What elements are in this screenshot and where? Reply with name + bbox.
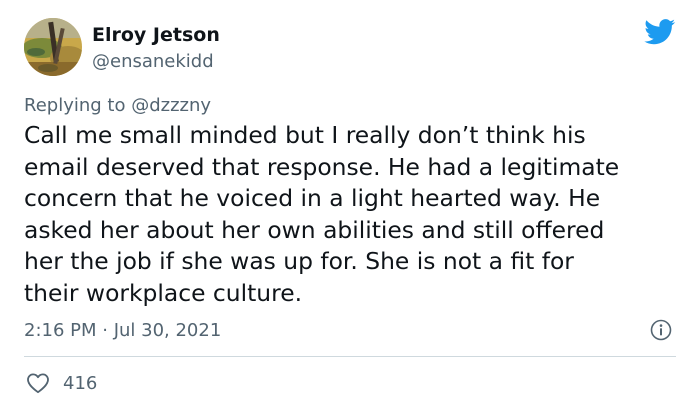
tweet-text-line: their workplace culture. <box>24 278 303 307</box>
tweet-text-line: email deserved that response. He had a l… <box>24 152 620 181</box>
twitter-bird-icon[interactable] <box>644 19 676 45</box>
info-icon[interactable] <box>650 319 672 341</box>
tweet-text-line: Call me small minded but I really don’t … <box>24 121 586 149</box>
replying-to-mention[interactable]: @dzzzny <box>131 95 211 116</box>
replying-to: Replying to @dzzzny <box>24 95 211 116</box>
replying-to-prefix: Replying to <box>24 95 132 116</box>
tweet-text-line: her the job if she was up for. She is no… <box>24 247 574 275</box>
tweet-text: Call me small minded but I really don’t … <box>24 120 684 309</box>
divider <box>24 356 676 357</box>
user-handle[interactable]: @ensanekidd <box>92 51 214 72</box>
tweet-text-line: concern that he voiced in a light hearte… <box>24 184 601 212</box>
avatar-image <box>24 18 82 76</box>
display-name[interactable]: Elroy Jetson <box>92 24 220 46</box>
heart-icon[interactable] <box>26 372 50 394</box>
avatar[interactable] <box>24 18 82 76</box>
tweet-text-line: asked her about her own abilities and st… <box>24 215 605 244</box>
tweet-timestamp[interactable]: 2:16 PM · Jul 30, 2021 <box>24 320 221 341</box>
tweet-card: Elroy Jetson @ensanekidd Replying to @dz… <box>0 0 700 411</box>
like-count: 416 <box>63 373 98 394</box>
